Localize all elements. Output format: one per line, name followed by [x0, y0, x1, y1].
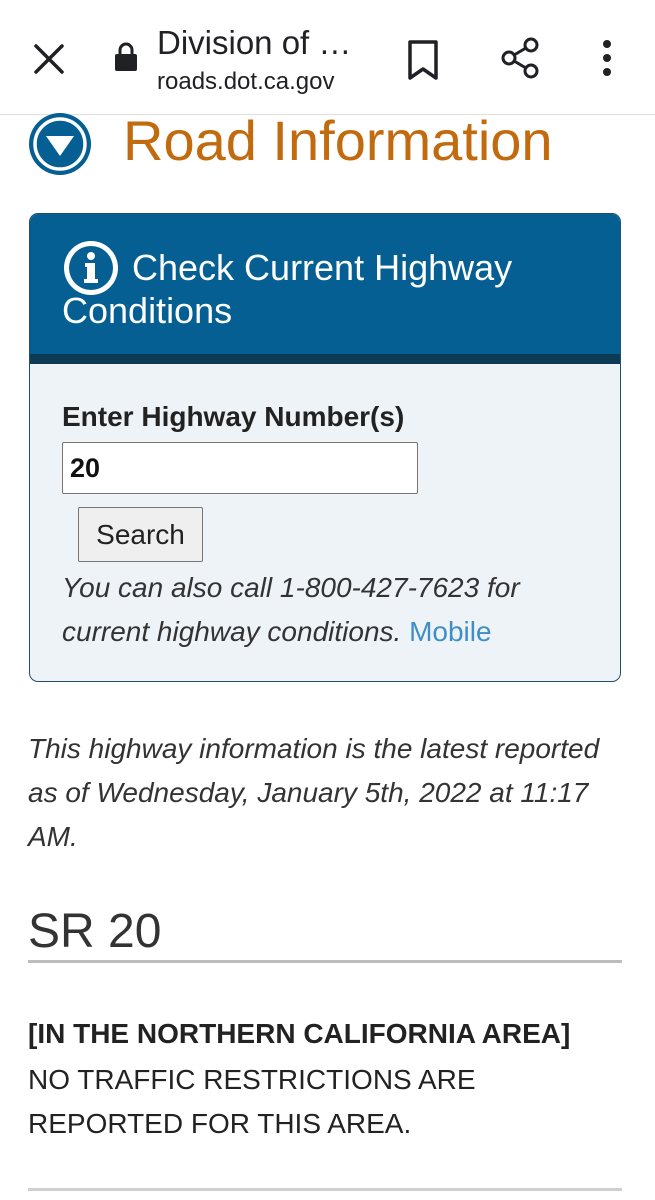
call-info-text: You can also call 1-800-427-7623 for cur… [62, 566, 602, 654]
chevron-down-circle-icon[interactable] [28, 112, 92, 176]
route-heading: SR 20 [28, 905, 162, 958]
share-icon[interactable] [498, 36, 542, 80]
close-icon[interactable] [30, 40, 68, 78]
area-title: [IN THE NORTHERN CALIFORNIA AREA] [28, 1018, 571, 1049]
page-heading: Road Information [123, 109, 553, 172]
panel-title: Check Current Highway Conditions [62, 247, 513, 331]
panel-header: Check Current Highway Conditions [30, 214, 620, 364]
lock-icon[interactable] [114, 42, 138, 72]
more-options-icon[interactable] [592, 36, 622, 80]
latest-report-text: This highway information is the latest r… [28, 733, 600, 852]
highway-number-label: Enter Highway Number(s) [62, 401, 405, 432]
bookmark-icon[interactable] [405, 38, 441, 82]
browser-toolbar: Division of … roads.dot.ca.gov [0, 0, 655, 115]
mobile-link[interactable]: Mobile [409, 616, 491, 647]
bottom-divider [28, 1188, 622, 1191]
highway-number-input[interactable] [62, 442, 418, 494]
search-button[interactable]: Search [78, 507, 203, 562]
route-divider [28, 960, 622, 963]
highway-conditions-panel: Check Current Highway Conditions Enter H… [29, 213, 621, 682]
road-information-heading: Road Information [28, 108, 648, 178]
url-text[interactable]: roads.dot.ca.gov [157, 68, 334, 96]
area-status-text: NO TRAFFIC RESTRICTIONS ARE REPORTED FOR… [28, 1064, 476, 1139]
page-title[interactable]: Division of … [157, 24, 351, 62]
